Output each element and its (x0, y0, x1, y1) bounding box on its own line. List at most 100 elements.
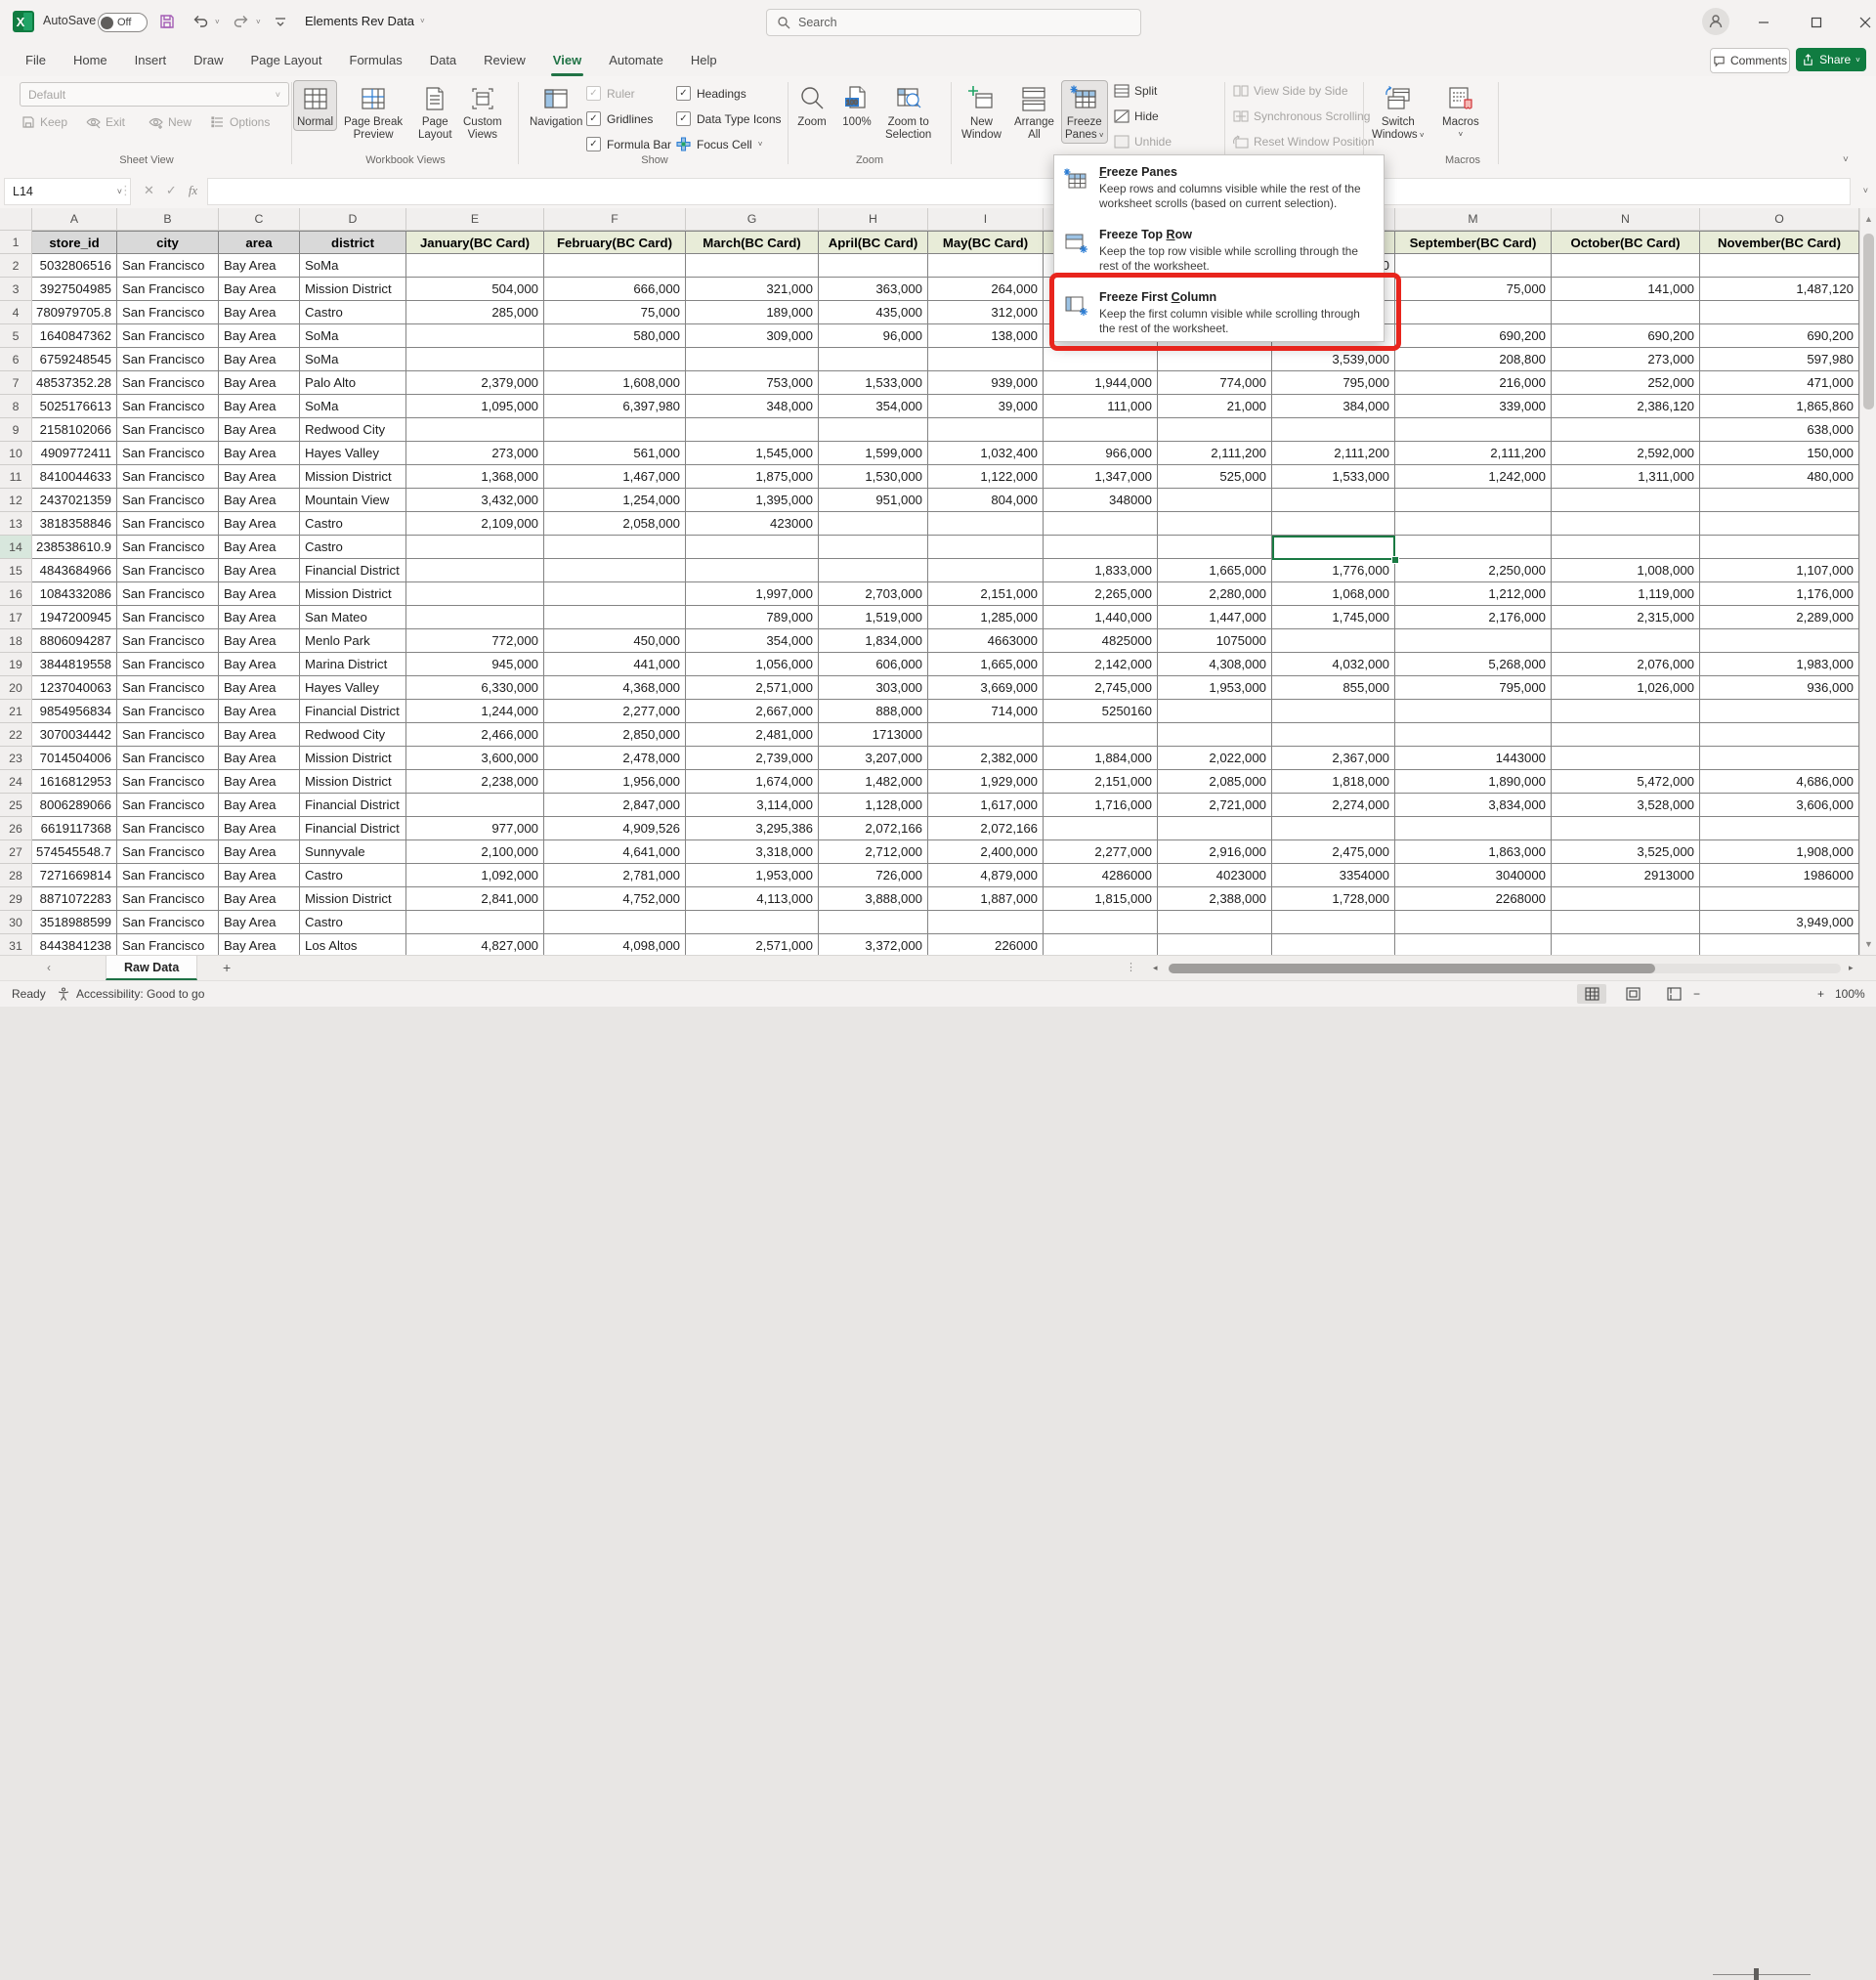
cell-G24[interactable]: 1,674,000 (686, 770, 819, 794)
cell-H26[interactable]: 2,072,166 (819, 817, 928, 840)
cell-I21[interactable]: 714,000 (928, 700, 1044, 723)
add-sheet-button[interactable]: + (223, 960, 231, 975)
column-header-H[interactable]: H (819, 208, 928, 231)
column-header-A[interactable]: A (32, 208, 117, 231)
cell-D31[interactable]: Los Altos (300, 934, 406, 955)
cell-H22[interactable]: 1713000 (819, 723, 928, 747)
cell-E26[interactable]: 977,000 (406, 817, 544, 840)
formula-input[interactable] (207, 178, 1851, 205)
cell-A21[interactable]: 9854956834 (32, 700, 117, 723)
row-header-25[interactable]: 25 (0, 794, 32, 817)
cell-E27[interactable]: 2,100,000 (406, 840, 544, 864)
cell-O24[interactable]: 4,686,000 (1700, 770, 1859, 794)
cell-L16[interactable]: 1,068,000 (1272, 582, 1395, 606)
cell-J20[interactable]: 2,745,000 (1044, 676, 1158, 700)
cell-L29[interactable]: 1,728,000 (1272, 887, 1395, 911)
cell-E16[interactable] (406, 582, 544, 606)
cell-M12[interactable] (1395, 489, 1552, 512)
header-cell-O1[interactable]: November(BC Card) (1700, 231, 1859, 254)
cell-H8[interactable]: 354,000 (819, 395, 928, 418)
spreadsheet-grid[interactable]: ABCDEFGHIJKLMNO1store_idcityareadistrict… (0, 208, 1859, 955)
header-cell-I1[interactable]: May(BC Card) (928, 231, 1044, 254)
cell-M6[interactable]: 208,800 (1395, 348, 1552, 371)
cell-N5[interactable]: 690,200 (1552, 324, 1700, 348)
cell-A16[interactable]: 1084332086 (32, 582, 117, 606)
ribbon-tab-insert[interactable]: Insert (121, 44, 181, 76)
formula-bar-expand-chevron[interactable]: ˅ (1863, 186, 1868, 195)
cell-G3[interactable]: 321,000 (686, 278, 819, 301)
cell-L12[interactable] (1272, 489, 1395, 512)
insert-function-icon[interactable]: fx (189, 183, 197, 198)
cell-O5[interactable]: 690,200 (1700, 324, 1859, 348)
cell-J6[interactable] (1044, 348, 1158, 371)
cell-D7[interactable]: Palo Alto (300, 371, 406, 395)
cell-G6[interactable] (686, 348, 819, 371)
cell-B23[interactable]: San Francisco (117, 747, 219, 770)
cell-A29[interactable]: 8871072283 (32, 887, 117, 911)
cell-O23[interactable] (1700, 747, 1859, 770)
cell-C17[interactable]: Bay Area (219, 606, 300, 629)
cell-K15[interactable]: 1,665,000 (1158, 559, 1272, 582)
cell-N24[interactable]: 5,472,000 (1552, 770, 1700, 794)
cell-O29[interactable] (1700, 887, 1859, 911)
cell-H10[interactable]: 1,599,000 (819, 442, 928, 465)
cell-D4[interactable]: Castro (300, 301, 406, 324)
cell-J10[interactable]: 966,000 (1044, 442, 1158, 465)
cell-E13[interactable]: 2,109,000 (406, 512, 544, 536)
cell-I17[interactable]: 1,285,000 (928, 606, 1044, 629)
cell-L21[interactable] (1272, 700, 1395, 723)
cell-M18[interactable] (1395, 629, 1552, 653)
cell-I20[interactable]: 3,669,000 (928, 676, 1044, 700)
cell-N26[interactable] (1552, 817, 1700, 840)
cell-J9[interactable] (1044, 418, 1158, 442)
zoom-out-button[interactable]: − (1693, 981, 1700, 1007)
headings-checkbox[interactable]: ✓ Headings (676, 86, 746, 101)
cell-G2[interactable] (686, 254, 819, 278)
cell-B7[interactable]: San Francisco (117, 371, 219, 395)
cell-O21[interactable] (1700, 700, 1859, 723)
cell-F2[interactable] (544, 254, 686, 278)
cell-K30[interactable] (1158, 911, 1272, 934)
close-button[interactable] (1843, 0, 1876, 44)
cell-I26[interactable]: 2,072,166 (928, 817, 1044, 840)
cell-A2[interactable]: 5032806516 (32, 254, 117, 278)
document-title[interactable]: Elements Rev Data ˅ (305, 14, 425, 28)
cell-C11[interactable]: Bay Area (219, 465, 300, 489)
cell-F17[interactable] (544, 606, 686, 629)
cell-I29[interactable]: 1,887,000 (928, 887, 1044, 911)
cell-F9[interactable] (544, 418, 686, 442)
row-header-19[interactable]: 19 (0, 653, 32, 676)
cell-J21[interactable]: 5250160 (1044, 700, 1158, 723)
ribbon-tab-page-layout[interactable]: Page Layout (237, 44, 336, 76)
cell-B14[interactable]: San Francisco (117, 536, 219, 559)
cell-K22[interactable] (1158, 723, 1272, 747)
cell-N13[interactable] (1552, 512, 1700, 536)
cell-C31[interactable]: Bay Area (219, 934, 300, 955)
normal-view-button[interactable]: Normal (293, 80, 337, 131)
cell-G13[interactable]: 423000 (686, 512, 819, 536)
cell-E25[interactable] (406, 794, 544, 817)
selected-cell-L14[interactable] (1272, 536, 1395, 560)
cell-K19[interactable]: 4,308,000 (1158, 653, 1272, 676)
cell-H4[interactable]: 435,000 (819, 301, 928, 324)
cell-J17[interactable]: 1,440,000 (1044, 606, 1158, 629)
cell-N12[interactable] (1552, 489, 1700, 512)
cell-E9[interactable] (406, 418, 544, 442)
row-header-8[interactable]: 8 (0, 395, 32, 418)
cell-N25[interactable]: 3,528,000 (1552, 794, 1700, 817)
cell-K9[interactable] (1158, 418, 1272, 442)
cell-M28[interactable]: 3040000 (1395, 864, 1552, 887)
cell-C24[interactable]: Bay Area (219, 770, 300, 794)
cell-B2[interactable]: San Francisco (117, 254, 219, 278)
sheet-view-combo[interactable]: Default ˅ (20, 82, 289, 107)
row-header-1[interactable]: 1 (0, 231, 32, 254)
cell-N20[interactable]: 1,026,000 (1552, 676, 1700, 700)
header-cell-H1[interactable]: April(BC Card) (819, 231, 928, 254)
cell-K29[interactable]: 2,388,000 (1158, 887, 1272, 911)
cell-L8[interactable]: 384,000 (1272, 395, 1395, 418)
cell-C2[interactable]: Bay Area (219, 254, 300, 278)
cell-C6[interactable]: Bay Area (219, 348, 300, 371)
cell-J22[interactable] (1044, 723, 1158, 747)
cell-A15[interactable]: 4843684966 (32, 559, 117, 582)
row-header-4[interactable]: 4 (0, 301, 32, 324)
